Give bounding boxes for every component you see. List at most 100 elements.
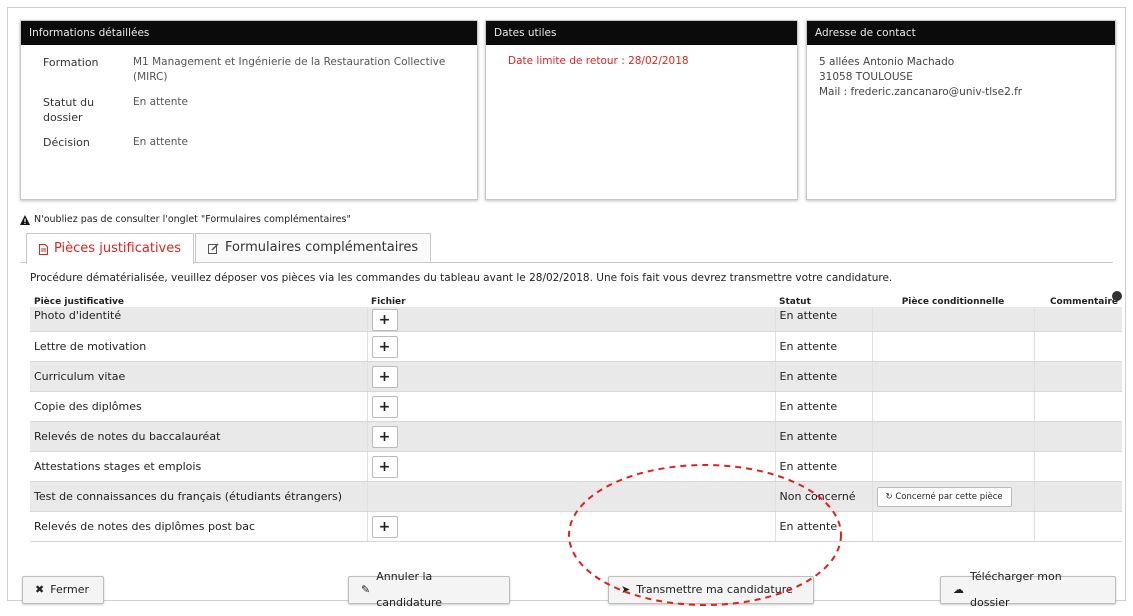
header-statut[interactable]: Statut bbox=[775, 291, 872, 307]
comment-cell bbox=[1033, 421, 1122, 452]
download-dossier-button[interactable]: ☁ Télécharger mon dossier bbox=[940, 570, 1116, 609]
file-cell: + bbox=[366, 361, 775, 392]
eraser-icon: ✎ bbox=[361, 583, 371, 596]
piece-name: Relevés de notes des diplômes post bac bbox=[30, 511, 367, 542]
table-row: Lettre de motivation + En attente bbox=[30, 331, 1122, 362]
submit-application-button[interactable]: ➤ Transmettre ma candidature bbox=[608, 576, 814, 604]
table-row: Relevés de notes du baccalauréat + En at… bbox=[30, 421, 1122, 452]
header-piece[interactable]: Pièce justificative bbox=[30, 291, 367, 307]
conditional-cell bbox=[871, 361, 1034, 392]
conditional-cell bbox=[871, 511, 1034, 542]
formation-label: Formation bbox=[43, 56, 99, 69]
comment-cell bbox=[1033, 391, 1122, 422]
contact-panel-title: Adresse de contact bbox=[807, 21, 1115, 45]
warning-notice: N'oubliez pas de consulter l'onglet "For… bbox=[20, 214, 351, 225]
warning-text: N'oubliez pas de consulter l'onglet "For… bbox=[34, 214, 351, 225]
piece-status: En attente bbox=[774, 511, 872, 542]
file-cell: + bbox=[366, 391, 775, 422]
contact-mail: Mail : frederic.zancanaro@univ-tlse2.fr bbox=[819, 86, 1023, 98]
file-icon bbox=[39, 243, 48, 255]
add-file-button[interactable]: + bbox=[371, 455, 398, 478]
concerne-button-label: Concerné par cette pièce bbox=[895, 491, 1003, 502]
piece-name: Copie des diplômes bbox=[30, 391, 367, 422]
table-row: Test de connaissances du français (étudi… bbox=[30, 481, 1122, 512]
add-file-button[interactable]: + bbox=[371, 365, 398, 388]
conditional-cell bbox=[871, 307, 1034, 332]
table-row: Attestations stages et emplois + En atte… bbox=[30, 451, 1122, 482]
piece-status: Non concerné bbox=[774, 481, 872, 512]
add-file-button[interactable]: + bbox=[371, 395, 398, 418]
deadline-text: Date limite de retour : 28/02/2018 bbox=[508, 55, 689, 67]
cancel-application-button[interactable]: ✎ Annuler la candidature bbox=[348, 570, 510, 609]
conditional-cell bbox=[871, 391, 1034, 422]
add-file-button[interactable]: + bbox=[371, 309, 398, 331]
submit-application-label: Transmettre ma candidature bbox=[636, 583, 793, 596]
decision-value: En attente bbox=[133, 136, 188, 148]
comment-cell bbox=[1033, 307, 1122, 332]
tab-pieces-label: Pièces justificatives bbox=[54, 241, 182, 256]
statut-label: Statut du dossier bbox=[43, 96, 95, 124]
comment-cell bbox=[1033, 511, 1122, 542]
piece-name: Lettre de motivation bbox=[30, 331, 367, 362]
add-file-button[interactable]: + bbox=[371, 335, 398, 358]
table-row: Relevés de notes des diplômes post bac +… bbox=[30, 511, 1122, 542]
formation-value: M1 Management et Ingénierie de la Restau… bbox=[133, 56, 446, 83]
pieces-table: Pièce justificative Fichier Statut Pièce… bbox=[30, 291, 1122, 542]
header-commentaire[interactable]: Commentaire bbox=[1034, 291, 1122, 307]
comment-cell bbox=[1033, 481, 1122, 512]
comment-cell bbox=[1033, 361, 1122, 392]
header-conditionnelle[interactable]: Pièce conditionnelle bbox=[872, 291, 1034, 307]
tab-pieces-justificatives[interactable]: Pièces justificatives bbox=[26, 233, 195, 264]
piece-name: Curriculum vitae bbox=[30, 361, 367, 392]
info-panel-title: Informations détaillées bbox=[21, 21, 477, 45]
download-dossier-label: Télécharger mon dossier bbox=[970, 570, 1062, 609]
statut-value: En attente bbox=[133, 96, 188, 108]
conditional-cell bbox=[871, 451, 1034, 482]
file-cell: + bbox=[366, 331, 775, 362]
file-cell bbox=[366, 481, 775, 512]
piece-name: Test de connaissances du français (étudi… bbox=[30, 481, 367, 512]
edit-icon bbox=[208, 242, 219, 254]
table-header-row: Pièce justificative Fichier Statut Pièce… bbox=[30, 291, 1122, 307]
conditional-cell bbox=[871, 331, 1034, 362]
tab-bar: Pièces justificatives Formulaires complé… bbox=[20, 233, 1113, 264]
header-fichier[interactable]: Fichier bbox=[367, 291, 775, 307]
refresh-icon: ↻ bbox=[885, 491, 893, 502]
piece-status: En attente bbox=[774, 331, 872, 362]
piece-status: En attente bbox=[774, 307, 872, 332]
close-button[interactable]: ✖ Fermer bbox=[22, 576, 104, 604]
gear-icon[interactable] bbox=[1112, 291, 1122, 301]
piece-status: En attente bbox=[774, 361, 872, 392]
contact-city: 31058 TOULOUSE bbox=[819, 71, 913, 83]
warning-icon bbox=[20, 214, 30, 225]
piece-name: Photo d'identité bbox=[30, 307, 367, 332]
cloud-download-icon: ☁ bbox=[953, 583, 964, 596]
dates-panel: Dates utiles Date limite de retour : 28/… bbox=[485, 20, 798, 200]
send-icon: ➤ bbox=[621, 583, 631, 596]
piece-status: En attente bbox=[774, 391, 872, 422]
concerne-button[interactable]: ↻ Concerné par cette pièce bbox=[876, 486, 1012, 507]
piece-status: En attente bbox=[774, 421, 872, 452]
comment-cell bbox=[1033, 331, 1122, 362]
conditional-cell: ↻ Concerné par cette pièce bbox=[871, 481, 1034, 512]
file-cell: + bbox=[366, 511, 775, 542]
file-cell: + bbox=[366, 421, 775, 452]
contact-address: 5 allées Antonio Machado bbox=[819, 56, 955, 68]
decision-label: Décision bbox=[43, 136, 90, 149]
conditional-cell bbox=[871, 421, 1034, 452]
procedure-description: Procédure dématérialisée, veuillez dépos… bbox=[30, 272, 893, 284]
piece-name: Attestations stages et emplois bbox=[30, 451, 367, 482]
piece-status: En attente bbox=[774, 451, 872, 482]
comment-cell bbox=[1033, 451, 1122, 482]
close-button-label: Fermer bbox=[50, 583, 90, 596]
piece-name: Relevés de notes du baccalauréat bbox=[30, 421, 367, 452]
add-file-button[interactable]: + bbox=[371, 425, 398, 448]
tab-formulaires-label: Formulaires complémentaires bbox=[225, 240, 419, 255]
cancel-application-label: Annuler la candidature bbox=[376, 570, 443, 609]
table-row: Copie des diplômes + En attente bbox=[30, 391, 1122, 422]
add-file-button[interactable]: + bbox=[371, 515, 398, 538]
dates-panel-title: Dates utiles bbox=[486, 21, 797, 45]
contact-panel: Adresse de contact 5 allées Antonio Mach… bbox=[806, 20, 1116, 200]
file-cell: + bbox=[366, 451, 775, 482]
tab-formulaires[interactable]: Formulaires complémentaires bbox=[195, 233, 432, 263]
